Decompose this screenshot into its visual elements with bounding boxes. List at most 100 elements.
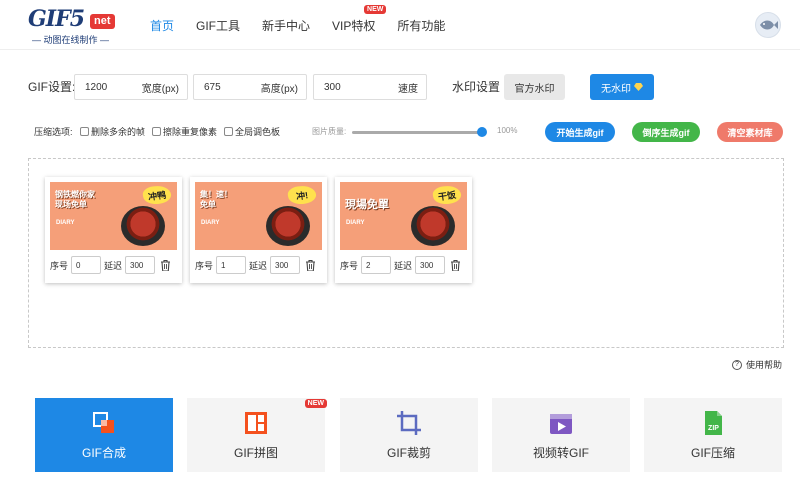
option-erase-pixels[interactable]: 擦除重复像素 [152, 125, 217, 138]
logo-subtitle: — 动图在线制作 — [32, 35, 110, 45]
compression-label: 压缩选项: [34, 127, 73, 137]
checkbox[interactable] [224, 127, 233, 136]
seq-label: 序号 [340, 260, 359, 271]
start-generate-button[interactable]: 开始生成gif [545, 122, 615, 142]
logo-text: GIF5 [28, 6, 85, 32]
tool-video-to-gif[interactable]: 视频转GIF [492, 398, 630, 472]
frame-controls: 序号 0 延迟 300 [50, 255, 177, 275]
gif-settings-label: GIF设置: [28, 80, 76, 94]
svg-text:ZIP: ZIP [708, 425, 719, 432]
official-watermark-button[interactable]: 官方水印 [504, 74, 565, 100]
tool-gif-compress[interactable]: ZIP GIF压缩 [644, 398, 782, 472]
nav-vip[interactable]: VIP特权 NEW [332, 4, 387, 34]
help-label: 使用帮助 [746, 360, 783, 370]
puzzle-icon [245, 412, 267, 434]
diamond-icon [634, 83, 643, 91]
merge-icon [93, 412, 114, 433]
tool-label: GIF压缩 [691, 446, 735, 460]
logo-net-badge: net [90, 14, 115, 29]
tool-label: GIF合成 [82, 446, 126, 460]
trash-icon[interactable] [305, 259, 315, 271]
speed-value: 300 [324, 81, 341, 93]
height-unit: 高度(px) [260, 83, 298, 95]
thumb-title: 現場免單 [345, 199, 389, 211]
fish-icon [760, 20, 778, 30]
height-input[interactable]: 675 高度(px) [193, 74, 307, 100]
option-label: 全局调色板 [235, 127, 281, 137]
seq-label: 序号 [195, 260, 214, 271]
gif-settings-row: GIF设置: 1200 宽度(px) 675 高度(px) 300 速度 水印设… [28, 74, 788, 100]
quality-slider-handle[interactable] [477, 127, 487, 137]
frame-controls: 序号 1 延迟 300 [195, 255, 322, 275]
nav-gif-tools[interactable]: GIF工具 [196, 17, 240, 34]
help-link[interactable]: ? 使用帮助 [732, 358, 782, 371]
nav-home[interactable]: 首页 [150, 17, 174, 34]
frame-controls: 序号 2 延迟 300 [340, 255, 467, 275]
checkbox[interactable] [80, 127, 89, 136]
thumb-subtitle: DIARY [56, 220, 75, 226]
option-global-palette[interactable]: 全局调色板 [224, 125, 280, 138]
width-input[interactable]: 1200 宽度(px) [74, 74, 188, 100]
option-delete-frames[interactable]: 删除多余的帧 [80, 125, 145, 138]
tool-label: GIF裁剪 [387, 446, 431, 460]
top-header: GIF5 net — 动图在线制作 — 首页 GIF工具 新手中心 VIP特权 … [0, 0, 800, 50]
option-label: 删除多余的帧 [91, 127, 146, 137]
frame-thumbnail: 現場免單 DIARY 干饭 [340, 182, 467, 250]
frame-thumbnail: 钢铁燃你家 现场免单 DIARY 冲鸭 [50, 182, 177, 250]
seq-input[interactable]: 1 [216, 256, 247, 274]
compression-row: 压缩选项: 删除多余的帧 擦除重复像素 全局调色板 图片质量: 100% 开始生… [34, 122, 794, 142]
width-value: 1200 [85, 81, 108, 93]
frame-card[interactable]: 集！速！ 免单 DIARY 冲! 序号 1 延迟 300 [190, 177, 327, 283]
hotpot-image [121, 206, 165, 246]
question-icon: ? [732, 359, 742, 370]
frame-card[interactable]: 钢铁燃你家 现场免单 DIARY 冲鸭 序号 0 延迟 300 [45, 177, 182, 283]
video-icon [550, 414, 572, 434]
thumb-subtitle: DIARY [201, 220, 220, 226]
no-watermark-button[interactable]: 无水印 [590, 74, 654, 100]
seq-input[interactable]: 0 [71, 256, 102, 274]
frame-thumbnail: 集！速！ 免单 DIARY 冲! [195, 182, 322, 250]
quality-slider-track[interactable] [352, 131, 484, 134]
hotpot-image [266, 206, 310, 246]
frame-card[interactable]: 現場免單 DIARY 干饭 序号 2 延迟 300 [335, 177, 472, 283]
clear-library-button[interactable]: 清空素材库 [717, 122, 783, 142]
delay-input[interactable]: 300 [125, 256, 156, 274]
thumb-title: 钢铁燃你家 现场免单 [55, 190, 95, 209]
quality-label: 图片质量: [312, 127, 347, 136]
delay-input[interactable]: 300 [415, 256, 446, 274]
tool-gif-puzzle[interactable]: NEW GIF拼图 [187, 398, 327, 472]
user-avatar[interactable] [755, 12, 781, 38]
reverse-generate-button[interactable]: 倒序生成gif [632, 122, 700, 142]
watermark-label: 水印设置 [452, 80, 501, 94]
trash-icon[interactable] [450, 259, 460, 271]
nav-beginner-center[interactable]: 新手中心 [262, 17, 310, 34]
speed-unit: 速度 [398, 83, 418, 95]
delay-label: 延迟 [394, 260, 413, 271]
tool-gif-crop[interactable]: GIF裁剪 [340, 398, 478, 472]
tool-gif-merge[interactable]: GIF合成 [35, 398, 173, 472]
frames-dropzone[interactable]: 钢铁燃你家 现场免单 DIARY 冲鸭 序号 0 延迟 300 集！速！ 免单 … [28, 158, 784, 348]
quality-value: 100% [497, 126, 518, 135]
nav-all-features[interactable]: 所有功能 [397, 17, 445, 34]
new-badge: NEW [364, 4, 387, 14]
new-badge: NEW [304, 399, 327, 408]
checkbox[interactable] [152, 127, 161, 136]
delay-label: 延迟 [104, 260, 123, 271]
delay-label: 延迟 [249, 260, 268, 271]
tool-label: 视频转GIF [533, 446, 589, 460]
option-label: 擦除重复像素 [163, 127, 218, 137]
thumb-burst: 冲! [286, 184, 318, 206]
seq-label: 序号 [50, 260, 69, 271]
seq-input[interactable]: 2 [361, 256, 392, 274]
logo[interactable]: GIF5 net — 动图在线制作 — [28, 6, 128, 45]
main-nav: 首页 GIF工具 新手中心 VIP特权 NEW 所有功能 [150, 0, 467, 50]
no-watermark-label: 无水印 [601, 83, 631, 95]
crop-icon [397, 411, 421, 435]
zip-icon: ZIP [705, 411, 722, 435]
tool-label: GIF拼图 [234, 446, 278, 460]
thumb-burst: 冲鸭 [141, 184, 173, 206]
width-unit: 宽度(px) [141, 83, 179, 95]
trash-icon[interactable] [160, 259, 170, 271]
speed-input[interactable]: 300 速度 [313, 74, 427, 100]
delay-input[interactable]: 300 [270, 256, 301, 274]
